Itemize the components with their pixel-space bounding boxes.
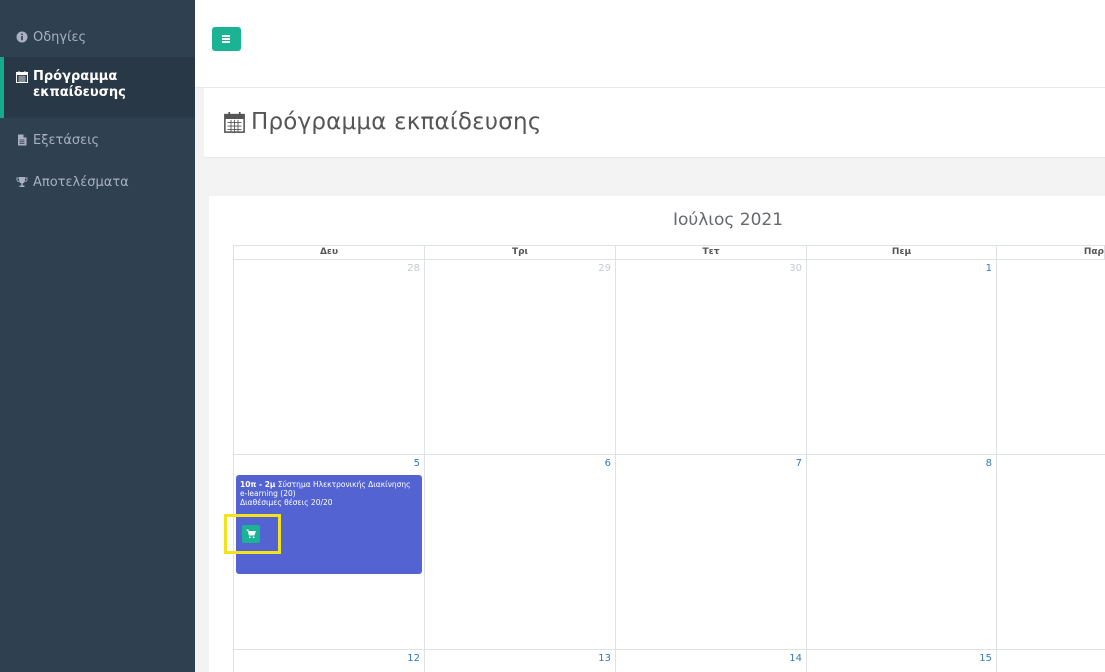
calendar-icon [224,112,245,133]
calendar-icon [16,71,28,83]
day-number: 14 [789,653,802,664]
day-cell[interactable]: 29 [424,259,616,455]
day-cell[interactable]: 8 [806,454,997,650]
sidebar-item-label: Πρόγραμμα εκπαίδευσης [33,69,126,100]
day-number: 7 [795,458,802,469]
day-cell[interactable]: 1 [806,259,997,455]
day-cell[interactable] [996,259,1105,455]
info-circle-icon [16,31,28,43]
sidebar-item-results[interactable]: Αποτελέσματα [0,175,195,191]
day-number: 5 [413,458,420,469]
day-number: 6 [604,458,611,469]
file-icon [18,134,27,146]
weekday-header: Τρι [424,245,616,260]
day-cell[interactable]: 12 [233,649,425,672]
event-availability: Διαθέσιμες θέσεις 20/20 [240,498,333,507]
event-title-row: 10π - 2μ Σύστημα Ηλεκτρονικής Διακίνησης [240,480,418,489]
day-number: 12 [407,653,420,664]
event-time: 10π - 2μ [240,480,276,489]
sidebar-item-training-schedule[interactable]: Πρόγραμμα εκπαίδευσης [0,57,195,118]
sidebar-item-label: Οδηγίες [33,30,87,45]
day-number: 15 [979,653,992,664]
page-heading: Πρόγραμμα εκπαίδευσης [204,88,1105,158]
day-cell[interactable]: 6 [424,454,616,650]
calendar-month-title: Ιούλιος 2021 [672,210,784,230]
weekday-header: Δευ [233,245,425,260]
day-cell[interactable]: 30 [615,259,807,455]
sidebar-item-label: Αποτελέσματα [33,175,129,190]
menu-toggle-button[interactable] [212,27,241,51]
day-cell[interactable]: 7 [615,454,807,650]
day-cell[interactable] [996,649,1105,672]
event-subtitle: e-learning (20) [240,489,296,498]
day-cell[interactable]: 13 [424,649,616,672]
event-title: Σύστημα Ηλεκτρονικής Διακίνησης [275,480,411,489]
page-title: Πρόγραμμα εκπαίδευσης [251,109,542,135]
day-number: 8 [985,458,992,469]
day-number: 28 [407,263,420,274]
day-number: 29 [598,263,611,274]
sidebar-item-label: Εξετάσεις [33,133,100,148]
day-number: 13 [598,653,611,664]
day-cell[interactable]: 28 [233,259,425,455]
top-navbar [195,0,1105,88]
highlight-box [224,514,281,554]
sidebar: Οδηγίες Πρόγραμμα εκπαίδευσης Εξετάσεις … [0,0,195,672]
trophy-icon [16,177,28,187]
sidebar-item-exams[interactable]: Εξετάσεις [0,133,195,149]
day-cell[interactable]: 14 [615,649,807,672]
day-number: 1 [985,263,992,274]
weekday-header: Τετ [615,245,807,260]
day-cell[interactable] [996,454,1105,650]
hamburger-menu-icon [222,35,230,37]
weekday-header: Πεμ [806,245,997,260]
sidebar-item-instructions[interactable]: Οδηγίες [0,30,195,46]
weekday-header: Παρ [996,245,1105,260]
day-number: 30 [789,263,802,274]
day-cell[interactable]: 15 [806,649,997,672]
